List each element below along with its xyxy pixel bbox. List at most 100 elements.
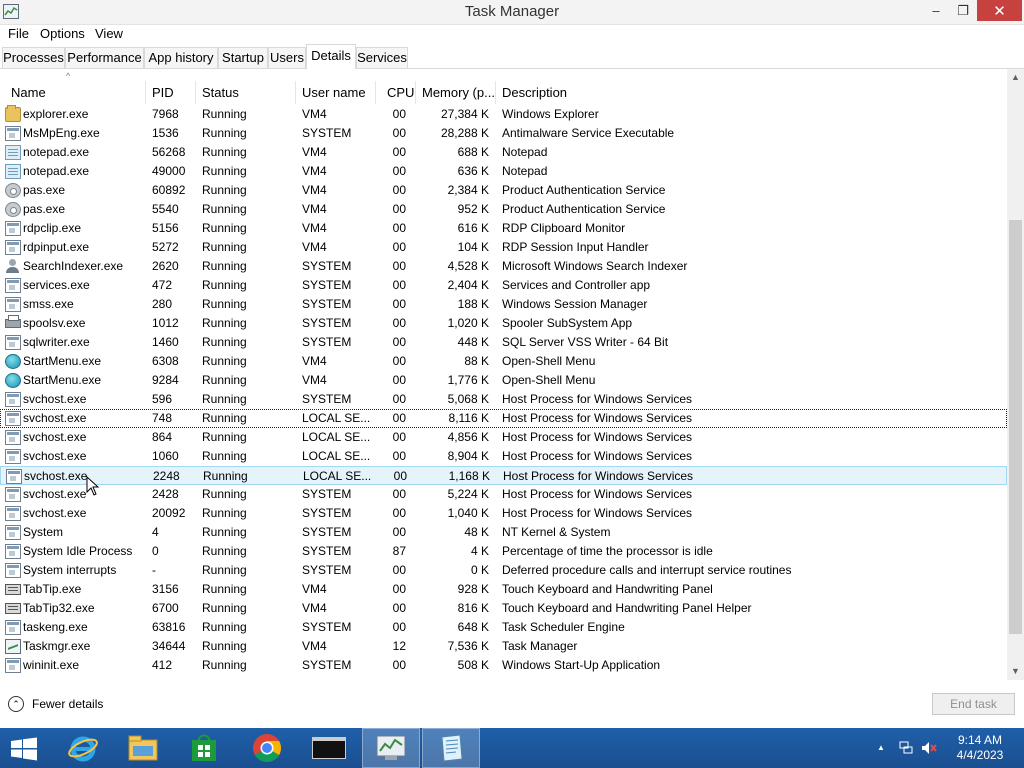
tab-users[interactable]: Users	[268, 47, 306, 68]
column-header-memory[interactable]: Memory (p...	[416, 81, 496, 104]
process-row[interactable]: notepad.exe 56268 Running VM4 00 688 K Notepad	[0, 143, 1007, 162]
process-description: Notepad	[502, 164, 548, 178]
process-row[interactable]: SearchIndexer.exe 2620 Running SYSTEM 00 4,52…	[0, 257, 1007, 276]
column-header-name[interactable]: Name	[5, 81, 146, 104]
process-row[interactable]: TabTip32.exe 6700 Running VM4 00 816 K Touch K…	[0, 599, 1007, 618]
process-row[interactable]: pas.exe 60892 Running VM4 00 2,384 K Product A…	[0, 181, 1007, 200]
column-header-status[interactable]: Status	[196, 81, 296, 104]
disc-icon	[5, 183, 21, 198]
process-status: Running	[202, 411, 247, 425]
process-row[interactable]: services.exe 472 Running SYSTEM 00 2,404 K Ser…	[0, 276, 1007, 295]
volume-muted-icon[interactable]	[921, 741, 937, 755]
process-row[interactable]: taskeng.exe 63816 Running SYSTEM 00 648 K Task…	[0, 618, 1007, 637]
process-row[interactable]: StartMenu.exe 9284 Running VM4 00 1,776 K Open…	[0, 371, 1007, 390]
process-pid: 3156	[152, 582, 179, 596]
tab-services[interactable]: Services	[356, 47, 408, 68]
scrollbar-thumb[interactable]	[1009, 220, 1022, 634]
process-icon-cell	[5, 542, 21, 561]
minimize-button[interactable]: –	[924, 0, 948, 21]
column-header-cpu[interactable]: CPU	[376, 81, 416, 104]
process-row[interactable]: System Idle Process 0 Running SYSTEM 87 4 K Pe…	[0, 542, 1007, 561]
taskbar-notepad[interactable]	[422, 728, 480, 768]
tab-app-history[interactable]: App history	[144, 47, 218, 68]
process-user-name: SYSTEM	[302, 259, 352, 273]
tab-processes[interactable]: Processes	[2, 47, 65, 68]
fewer-details-button[interactable]: ⌃ Fewer details	[8, 694, 103, 714]
column-header-description[interactable]: Description	[496, 81, 1007, 104]
taskbar-command-prompt[interactable]	[300, 728, 358, 768]
process-name: System	[23, 525, 64, 539]
process-description: Touch Keyboard and Handwriting Panel Hel…	[502, 601, 752, 615]
internet-explorer-icon	[68, 736, 98, 762]
start-button[interactable]	[0, 728, 58, 768]
menu-file[interactable]: File	[7, 26, 30, 41]
process-row[interactable]: rdpinput.exe 5272 Running VM4 00 104 K RDP Ses…	[0, 238, 1007, 257]
menu-view[interactable]: View	[94, 26, 124, 41]
process-row[interactable]: TabTip.exe 3156 Running VM4 00 928 K Touch Key…	[0, 580, 1007, 599]
process-row[interactable]: svchost.exe 596 Running SYSTEM 00 5,068 K Host…	[0, 390, 1007, 409]
notepad-icon	[5, 145, 21, 160]
process-memory: 636 K	[457, 164, 489, 178]
column-header-user-name[interactable]: User name	[296, 81, 376, 104]
process-icon-cell	[5, 200, 21, 219]
process-row[interactable]: System 4 Running SYSTEM 00 48 K NT Kernel & Sy…	[0, 523, 1007, 542]
taskbar-chrome[interactable]	[238, 728, 296, 768]
process-row[interactable]: sqlwriter.exe 1460 Running SYSTEM 00 448 K SQL…	[0, 333, 1007, 352]
process-icon-cell	[5, 352, 21, 371]
process-row[interactable]: wininit.exe 412 Running SYSTEM 00 508 K Window…	[0, 656, 1007, 675]
process-status: Running	[202, 620, 247, 634]
process-row[interactable]: Taskmgr.exe 34644 Running VM4 12 7,536 K Task …	[0, 637, 1007, 656]
process-row[interactable]: svchost.exe 2428 Running SYSTEM 00 5,224 K Hos…	[0, 485, 1007, 504]
end-task-button[interactable]: End task	[932, 693, 1015, 715]
process-pid: 1536	[152, 126, 179, 140]
process-row[interactable]: smss.exe 280 Running SYSTEM 00 188 K Windows S…	[0, 295, 1007, 314]
process-pid: 0	[152, 544, 159, 558]
process-cpu: 00	[392, 278, 406, 292]
taskbar-internet-explorer[interactable]	[54, 728, 112, 768]
scroll-up-arrow-icon[interactable]: ▲	[1007, 69, 1024, 86]
taskbar-task-manager[interactable]	[362, 728, 420, 768]
process-status: Running	[202, 202, 247, 216]
process-status: Running	[202, 639, 247, 653]
process-memory: 8,904 K	[447, 449, 489, 463]
process-name: smss.exe	[23, 297, 74, 311]
process-row[interactable]: MsMpEng.exe 1536 Running SYSTEM 00 28,288 K An…	[0, 124, 1007, 143]
process-row[interactable]: explorer.exe 7968 Running VM4 00 27,384 K Wind…	[0, 105, 1007, 124]
taskbar-clock[interactable]: 9:14 AM 4/4/2023	[950, 733, 1010, 763]
process-description: Host Process for Windows Services	[502, 392, 693, 406]
process-pid: 748	[152, 411, 173, 425]
tab-performance[interactable]: Performance	[65, 47, 144, 68]
scroll-down-arrow-icon[interactable]: ▼	[1007, 663, 1024, 680]
process-row[interactable]: notepad.exe 49000 Running VM4 00 636 K Notepad	[0, 162, 1007, 181]
process-row[interactable]: svchost.exe 1060 Running LOCAL SE... 00 8,904…	[0, 447, 1007, 466]
process-pid: 2620	[152, 259, 179, 273]
maximize-button[interactable]: ❐	[951, 0, 975, 21]
process-description: Host Process for Windows Services	[502, 449, 693, 463]
process-icon-cell	[5, 238, 21, 257]
menu-options[interactable]: Options	[39, 26, 86, 41]
column-header-pid[interactable]: PID	[146, 81, 196, 104]
process-memory: 688 K	[457, 145, 489, 159]
process-row[interactable]: StartMenu.exe 6308 Running VM4 00 88 K Open-Sh…	[0, 352, 1007, 371]
taskbar-file-explorer[interactable]	[114, 728, 172, 768]
process-row[interactable]: svchost.exe 864 Running LOCAL SE... 00 4,856 …	[0, 428, 1007, 447]
show-hidden-icons-icon[interactable]: ▲	[877, 743, 885, 752]
vertical-scrollbar[interactable]: ▲ ▼	[1007, 69, 1024, 680]
network-icon[interactable]	[899, 741, 913, 755]
process-user-name: SYSTEM	[302, 278, 352, 292]
taskbar-store[interactable]	[175, 728, 233, 768]
process-memory: 188 K	[457, 297, 489, 311]
tab-startup[interactable]: Startup	[218, 47, 268, 68]
process-row[interactable]: svchost.exe 20092 Running SYSTEM 00 1,040 K Ho…	[0, 504, 1007, 523]
close-button[interactable]: ✕	[977, 0, 1022, 21]
process-row[interactable]: svchost.exe 2248 Running LOCAL SE... 00 1,168…	[0, 466, 1007, 485]
tab-details[interactable]: Details	[306, 44, 356, 69]
process-row[interactable]: spoolsv.exe 1012 Running SYSTEM 00 1,020 K Spo…	[0, 314, 1007, 333]
process-pid: 56268	[152, 145, 186, 159]
process-row[interactable]: System interrupts - Running SYSTEM 00 0 K Defe…	[0, 561, 1007, 580]
process-icon-cell	[5, 637, 21, 656]
process-cpu: 00	[392, 259, 406, 273]
process-row[interactable]: rdpclip.exe 5156 Running VM4 00 616 K RDP Clip…	[0, 219, 1007, 238]
process-row[interactable]: pas.exe 5540 Running VM4 00 952 K Product Auth…	[0, 200, 1007, 219]
process-row[interactable]: svchost.exe 748 Running LOCAL SE... 00 8,116 …	[0, 409, 1007, 428]
